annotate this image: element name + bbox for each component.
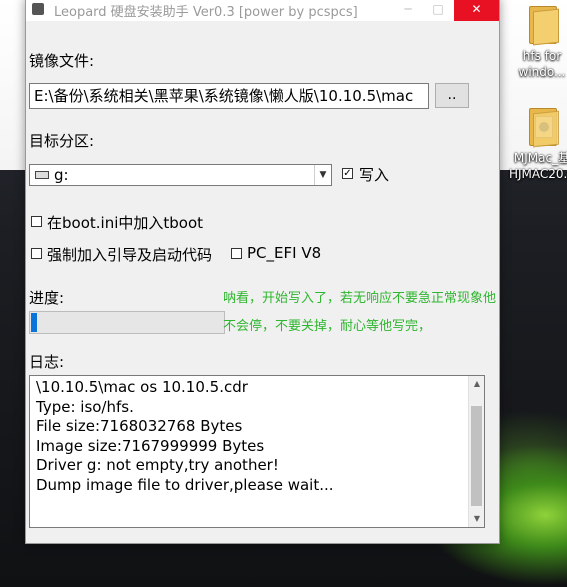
log-label: 日志: <box>29 353 65 371</box>
log-scrollbar[interactable]: ▲ ▼ <box>468 376 484 527</box>
minimize-button[interactable]: ─ <box>393 0 423 21</box>
progress-bar <box>29 311 225 334</box>
desktop-icon-hfs[interactable]: hfs for windo... <box>507 4 567 80</box>
folder-with-document-icon <box>525 106 559 148</box>
close-button[interactable]: ✕ <box>454 0 499 21</box>
force-boot-label: 强制加入引导及启动代码 <box>47 246 213 264</box>
log-line: \10.10.5\mac os 10.10.5.cdr <box>36 378 248 396</box>
log-line: Driver g: not empty,try another! <box>36 456 279 474</box>
folder-icon <box>525 4 559 46</box>
desktop-icon-label: hfs for <box>522 49 562 63</box>
log-line: Image size:7167999999 Bytes <box>36 436 265 455</box>
log-line: Dump image file to driver,please wait... <box>36 475 334 494</box>
installer-window: Leopard 硬盘安装助手 Ver0.3 [power by pcspcs] … <box>25 0 500 544</box>
title-bar[interactable]: Leopard 硬盘安装助手 Ver0.3 [power by pcspcs] … <box>26 0 499 21</box>
target-partition-value: g: <box>54 166 69 184</box>
target-partition-label: 目标分区: <box>29 132 95 150</box>
progress-bar-fill <box>31 313 37 332</box>
scroll-thumb[interactable] <box>471 406 482 506</box>
force-boot-checkbox[interactable] <box>31 248 42 259</box>
log-line: Type: iso/hfs. <box>36 397 134 416</box>
write-label: 写入 <box>359 166 390 184</box>
drive-icon <box>35 171 49 179</box>
scroll-down-icon[interactable]: ▼ <box>469 511 484 527</box>
status-note: 呐看，开始写入了，若无响应不要急正常现象他不会停，不要关掉，耐心等他写完， <box>223 291 497 334</box>
write-checkbox[interactable]: ✓ <box>342 168 353 179</box>
image-file-label: 镜像文件: <box>29 52 95 70</box>
browse-button[interactable]: .. <box>435 83 469 108</box>
progress-label: 进度: <box>29 289 65 307</box>
log-textarea[interactable]: \10.10.5\mac os 10.10.5.cdr Type: iso/hf… <box>29 375 485 528</box>
maximize-button[interactable]: □ <box>423 0 453 21</box>
desktop-icon-label: MJMac_基 <box>513 151 567 165</box>
pc-efi-label: PC_EFI V8 <box>247 244 322 262</box>
log-line: File size:7168032768 Bytes <box>36 417 243 435</box>
chevron-down-icon[interactable]: ▼ <box>314 165 331 185</box>
window-title: Leopard 硬盘安装助手 Ver0.3 [power by pcspcs] <box>54 5 358 20</box>
desktop-icon-label: HJMAC20... <box>508 167 567 181</box>
image-file-path-field[interactable]: E:\备份\系统相关\黑苹果\系统镜像\懒人版\10.10.5\mac <box>29 83 429 109</box>
pc-efi-checkbox[interactable] <box>231 248 242 259</box>
boot-ini-label: 在boot.ini中加入tboot <box>47 214 204 232</box>
target-partition-select[interactable]: g: ▼ <box>29 164 332 186</box>
desktop-icon-label: windo... <box>518 65 566 79</box>
desktop-icon-mjmac[interactable]: MJMac_基 HJMAC20... <box>507 106 567 182</box>
app-icon <box>32 3 44 15</box>
scroll-up-icon[interactable]: ▲ <box>469 376 484 392</box>
boot-ini-checkbox[interactable] <box>31 216 42 227</box>
